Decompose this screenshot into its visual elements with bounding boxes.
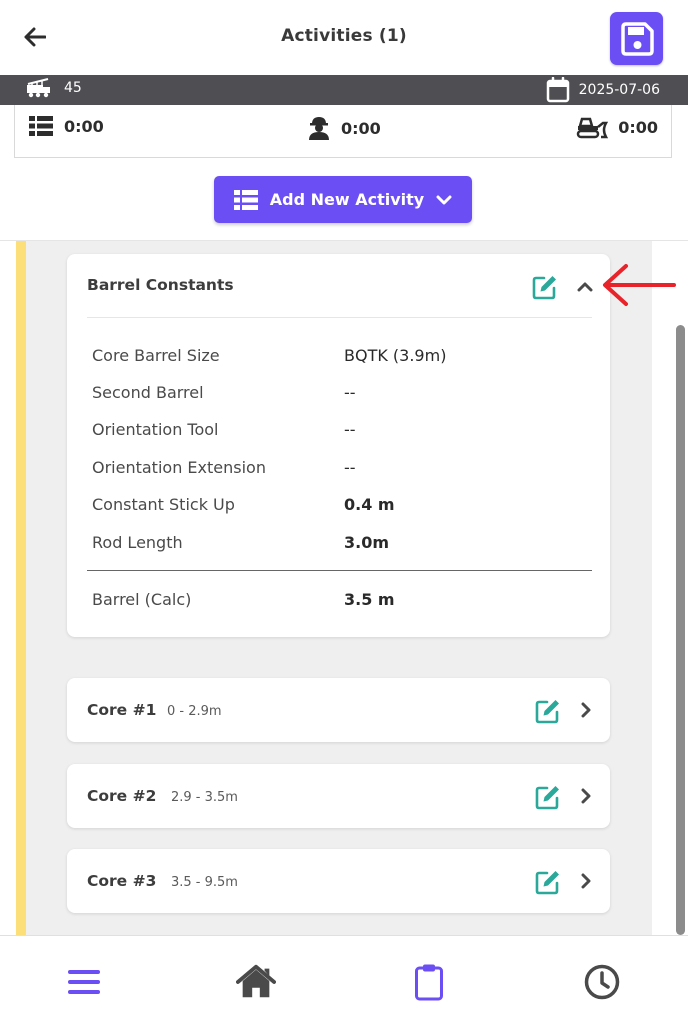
chevron-right-icon[interactable] [578,702,594,718]
core-title: Core #1 [87,701,157,719]
core-card-2[interactable]: Core #2 2.9 - 3.5m [67,764,610,828]
time-summary: 0:00 0:00 0:00 [14,105,672,158]
bulldozer-icon [576,117,609,139]
edit-icon[interactable] [535,698,561,724]
nav-history-button[interactable] [582,962,622,1002]
core-title: Core #3 [87,872,157,890]
info-bar: 45 2025-07-06 [0,75,688,105]
add-new-activity-label: Add New Activity [269,190,425,209]
core-range: 2.9 - 3.5m [171,790,238,805]
nav-menu-button[interactable] [64,962,104,1002]
floppy-disk-icon [620,21,654,56]
equipment-time: 0:00 [576,115,658,139]
activity-time-value: 0:00 [64,116,104,136]
card-divider [87,317,592,318]
list-icon [233,189,258,210]
rig-info: 45 [26,78,82,98]
calendar-icon [546,77,569,103]
chevron-right-icon[interactable] [578,873,594,889]
equipment-time-value: 0:00 [618,117,658,137]
row-value: 0.4 m [344,495,395,514]
barrel-constants-title: Barrel Constants [87,276,234,294]
row-label: Core Barrel Size [92,346,220,365]
edit-icon[interactable] [532,274,558,300]
chevron-up-icon[interactable] [577,279,593,295]
list-icon [29,116,53,136]
page-title: Activities (1) [281,26,407,46]
home-icon [236,964,276,998]
row-label: Orientation Tool [92,420,219,439]
core-title: Core #2 [87,787,157,805]
activity-highlight-bar [16,241,26,936]
red-arrow-annotation [603,264,676,306]
row-value: -- [344,458,356,477]
nav-home-button[interactable] [236,962,276,1002]
crew-time: 0:00 [307,115,381,141]
edit-icon[interactable] [535,784,561,810]
row-value: -- [344,383,356,402]
core-range: 0 - 2.9m [167,704,222,719]
worker-icon [309,117,329,140]
core-range: 3.5 - 9.5m [171,875,238,890]
bottom-navigation [0,935,688,1019]
row-label: Rod Length [92,533,183,552]
barrel-constants-card: Barrel Constants Core Barrel Size BQTK (… [67,254,610,637]
row-label: Constant Stick Up [92,495,235,514]
row-label: Barrel (Calc) [92,590,192,609]
app-header: Activities (1) [0,0,688,75]
clipboard-icon [415,964,443,1001]
clock-icon [584,964,620,1000]
core-card-1[interactable]: Core #1 0 - 2.9m [67,678,610,742]
row-value: 3.0m [344,533,390,552]
chevron-right-icon[interactable] [578,788,594,804]
save-button[interactable] [610,12,663,65]
hamburger-menu-icon [68,970,100,994]
row-value: 3.5 m [344,590,395,609]
activity-content: Barrel Constants Core Barrel Size BQTK (… [0,240,688,936]
nav-clipboard-button[interactable] [409,962,449,1002]
date-value: 2025-07-06 [578,82,660,98]
rig-number: 45 [64,80,82,96]
row-value: -- [344,420,356,439]
add-new-activity-button[interactable]: Add New Activity [214,176,472,223]
edit-icon[interactable] [535,869,561,895]
date-info[interactable]: 2025-07-06 [546,77,660,103]
scrollbar[interactable] [676,325,685,935]
core-card-3[interactable]: Core #3 3.5 - 9.5m [67,849,610,913]
row-label: Second Barrel [92,383,204,402]
row-label: Orientation Extension [92,458,266,477]
crew-time-value: 0:00 [341,118,381,138]
calc-divider [87,570,592,571]
chevron-down-icon [436,195,452,204]
row-value: BQTK (3.9m) [344,346,447,365]
drill-truck-icon [27,78,50,98]
activity-time: 0:00 [28,115,104,137]
